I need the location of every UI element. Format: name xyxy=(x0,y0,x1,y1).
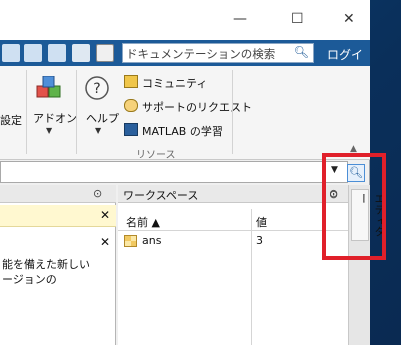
current-folder-address-bar[interactable]: ▼ xyxy=(0,161,348,183)
help-icon: ? xyxy=(85,76,109,100)
minimize-button[interactable]: — xyxy=(233,11,247,27)
redo-icon[interactable] xyxy=(48,44,66,62)
workspace-column-header: 名前 ▲ 値 xyxy=(118,209,348,231)
close-icon[interactable]: ✕ xyxy=(100,208,110,222)
ribbon: 設定 アドオン ▼ ? ヘルプ ▼ コミュニティ サポートのリクエスト MATL… xyxy=(0,66,370,161)
left-panel: ⊙ ✕ ✕ 能を備えた新しい ージョンの xyxy=(0,185,116,345)
matlab-window: — ☐ ✕ ドキュメンテーションの検索 🔍︎ ログイン 設定 アドオン ▼ xyxy=(0,0,386,345)
cut-icon[interactable] xyxy=(2,44,20,62)
close-icon[interactable]: ✕ xyxy=(100,235,110,249)
notification-bar: ✕ xyxy=(0,205,116,227)
red-highlight-box xyxy=(322,153,386,260)
search-icon[interactable]: 🔍︎ xyxy=(294,45,309,59)
search-placeholder: ドキュメンテーションの検索 xyxy=(126,47,276,61)
addons-icon xyxy=(36,76,61,98)
title-bar: — ☐ ✕ xyxy=(0,0,370,40)
workspace-panel: ワークスペース ⊙ 名前 ▲ 値 ans 3 xyxy=(118,185,348,345)
help-caret[interactable]: ▼ xyxy=(95,126,101,135)
ribbon-divider xyxy=(76,70,77,154)
help-quick-icon[interactable] xyxy=(96,44,114,62)
addons-caret[interactable]: ▼ xyxy=(46,126,52,135)
panel-menu-icon[interactable]: ⊙ xyxy=(93,187,102,200)
column-name-header[interactable]: 名前 ▲ xyxy=(126,214,160,230)
update-message-line: ージョンの xyxy=(2,273,57,286)
left-panel-header: ⊙ xyxy=(0,185,116,203)
ribbon-divider xyxy=(232,70,233,154)
variable-name: ans xyxy=(142,234,162,247)
support-icon xyxy=(124,99,138,112)
help-button[interactable]: ヘルプ xyxy=(86,110,119,126)
close-window-button[interactable]: ✕ xyxy=(343,11,355,27)
column-value-header[interactable]: 値 xyxy=(256,214,267,230)
learn-matlab-icon xyxy=(124,123,138,136)
update-message-line: 能を備えた新しい xyxy=(2,258,90,271)
documentation-search[interactable]: ドキュメンテーションの検索 🔍︎ xyxy=(122,43,314,63)
undo-icon[interactable] xyxy=(24,44,42,62)
variable-icon xyxy=(124,235,137,247)
variable-value: 3 xyxy=(256,234,263,247)
column-divider[interactable] xyxy=(251,209,252,345)
switch-windows-icon[interactable] xyxy=(72,44,90,62)
community-icon xyxy=(124,75,138,88)
workspace-title: ワークスペース xyxy=(123,189,199,202)
maximize-button[interactable]: ☐ xyxy=(291,11,304,27)
community-link[interactable]: コミュニティ xyxy=(142,75,207,91)
learn-matlab-link[interactable]: MATLAB の学習 xyxy=(142,123,223,139)
table-row[interactable]: ans 3 xyxy=(118,232,348,250)
resources-section-label: リソース xyxy=(136,150,176,161)
addons-button[interactable]: アドオン xyxy=(33,110,77,126)
update-message: 能を備えた新しい ージョンの xyxy=(2,257,90,287)
ribbon-divider xyxy=(26,70,27,154)
workspace-header: ワークスペース ⊙ xyxy=(118,185,348,203)
quick-access-toolbar: ドキュメンテーションの検索 🔍︎ ログイン xyxy=(0,40,370,79)
svg-text:?: ? xyxy=(93,81,100,97)
support-request-link[interactable]: サポートのリクエスト xyxy=(142,99,252,115)
settings-button[interactable]: 設定 xyxy=(0,112,22,128)
